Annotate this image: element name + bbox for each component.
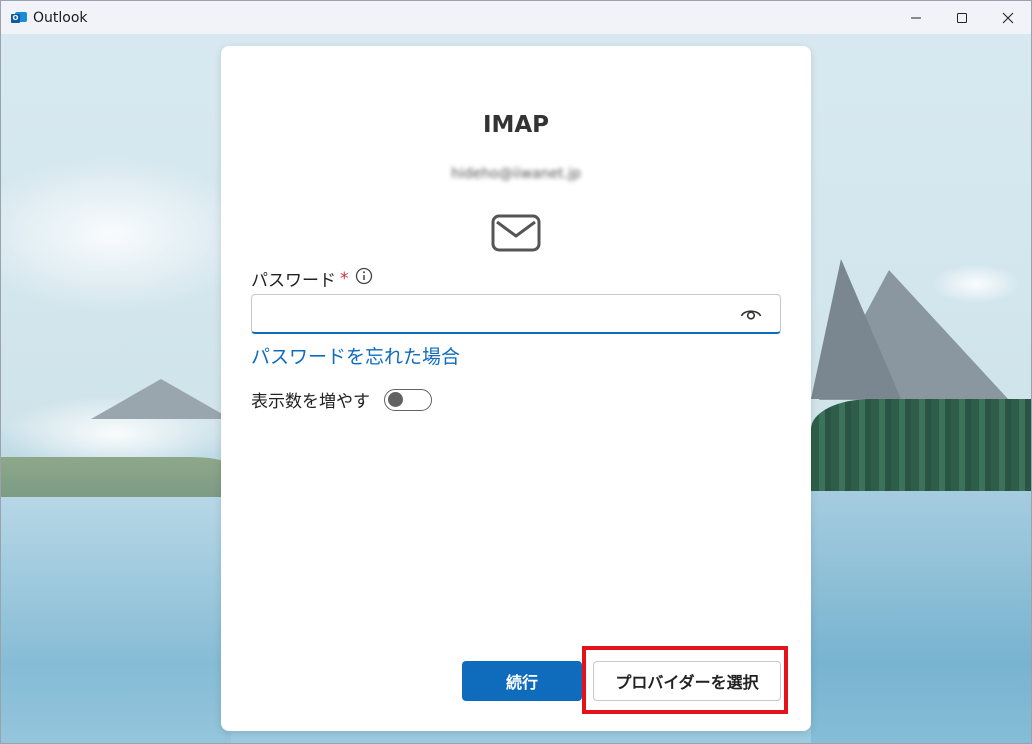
window-title: Outlook xyxy=(33,9,88,26)
password-input[interactable] xyxy=(262,295,736,331)
choose-provider-button[interactable]: プロバイダーを選択 xyxy=(593,661,781,701)
maximize-icon xyxy=(957,12,967,23)
show-more-row: 表示数を増やす xyxy=(251,387,432,412)
mail-icon xyxy=(491,214,541,258)
password-label: パスワード * xyxy=(251,266,373,291)
password-label-text: パスワード xyxy=(251,271,336,291)
close-icon xyxy=(1002,12,1014,23)
show-password-icon[interactable] xyxy=(740,305,762,325)
imap-signin-dialog: IMAP hideho@iiwanet.jp パスワード * パスワードを忘れた… xyxy=(221,46,811,731)
show-more-toggle[interactable] xyxy=(384,388,432,411)
show-more-label: 表示数を増やす xyxy=(251,392,370,412)
required-mark: * xyxy=(340,268,349,289)
window-controls xyxy=(893,1,1031,34)
close-button[interactable] xyxy=(985,1,1031,34)
info-icon[interactable] xyxy=(355,267,373,290)
account-email: hideho@iiwanet.jp xyxy=(451,166,581,182)
forgot-password-link[interactable]: パスワードを忘れた場合 xyxy=(251,342,460,369)
minimize-button[interactable] xyxy=(893,1,939,34)
continue-button[interactable]: 続行 xyxy=(462,661,582,701)
password-field xyxy=(251,294,781,334)
title-bar: O Outlook xyxy=(1,1,1031,34)
maximize-button[interactable] xyxy=(939,1,985,34)
toggle-knob xyxy=(388,391,403,407)
dialog-title: IMAP xyxy=(482,112,550,138)
outlook-app-icon: O xyxy=(11,11,27,25)
minimize-icon xyxy=(911,17,921,18)
